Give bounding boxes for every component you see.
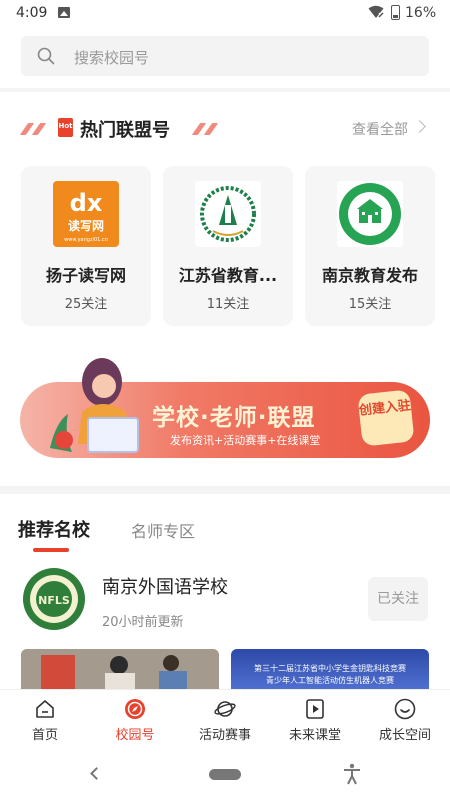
see-all-link[interactable]: 查看全部 bbox=[352, 119, 408, 139]
school-logo-text: NFLS bbox=[38, 594, 70, 607]
planet-icon bbox=[214, 701, 236, 717]
school-list-item[interactable]: NFLS 南京外国语学校 20小时前更新 已关注 bbox=[0, 563, 450, 643]
nav-campus[interactable]: 校园号 bbox=[90, 690, 180, 750]
play-icon bbox=[306, 699, 324, 719]
card-name: 南京教育发布 bbox=[321, 266, 418, 285]
card-followers: 15关注 bbox=[348, 297, 392, 312]
jiangsu-edu-logo bbox=[195, 181, 261, 247]
card-name: 扬子读写网 bbox=[45, 266, 126, 285]
nav-label-active: 校园号 bbox=[115, 728, 155, 743]
compass-icon bbox=[125, 699, 145, 719]
battery-percent: 16% bbox=[405, 5, 437, 21]
article-photo-left[interactable] bbox=[21, 649, 219, 689]
teacher-illustration-icon bbox=[50, 358, 139, 453]
bottom-nav: 首页 校园号 活动赛事 未来课堂 成长空间 bbox=[0, 689, 450, 749]
logo-text: dx bbox=[70, 189, 103, 217]
search-icon bbox=[37, 47, 55, 65]
status-time: 4:09 bbox=[16, 5, 48, 21]
students-photo-icon bbox=[21, 649, 219, 689]
nanjing-edu-logo bbox=[337, 181, 403, 247]
school-logo-icon: NFLS bbox=[23, 568, 85, 630]
decor-slash bbox=[203, 123, 219, 135]
yangzi-logo-icon: dx 读写网 www.yangzi01.cn bbox=[53, 181, 119, 247]
nav-label: 未来课堂 bbox=[288, 728, 341, 743]
nav-label: 首页 bbox=[31, 728, 58, 743]
nav-label: 活动赛事 bbox=[198, 728, 251, 743]
yangzi-logo: dx 读写网 www.yangzi01.cn bbox=[53, 181, 119, 247]
photo-caption: 第三十二届江苏省中小学生金钥匙科技竞赛 bbox=[254, 664, 406, 673]
search-placeholder: 搜索校园号 bbox=[74, 49, 150, 67]
school-name: 南京外国语学校 bbox=[102, 577, 228, 598]
system-nav-bar bbox=[0, 749, 450, 800]
nav-home[interactable]: 首页 bbox=[0, 690, 90, 750]
nav-growth-space[interactable]: 成长空间 bbox=[360, 690, 450, 750]
hot-header: Hot 热门联盟号 查看全部 bbox=[19, 116, 430, 142]
nav-future-class[interactable]: 未来课堂 bbox=[270, 690, 360, 750]
back-icon[interactable] bbox=[90, 767, 103, 780]
photo-caption: 青少年人工智能活动仿生机器人竞赛 bbox=[266, 676, 394, 685]
wifi-off-icon bbox=[368, 5, 384, 18]
card-name: 江苏省教育... bbox=[178, 266, 278, 285]
followed-button[interactable]: 已关注 bbox=[368, 577, 428, 621]
alliance-card[interactable]: dx 读写网 www.yangzi01.cn 扬子读写网 25关注 bbox=[21, 166, 151, 326]
nav-label: 成长空间 bbox=[378, 728, 431, 743]
divider bbox=[0, 486, 450, 494]
chevron-right-icon[interactable] bbox=[413, 120, 426, 133]
alliance-card[interactable]: 江苏省教育... 11关注 bbox=[163, 166, 293, 326]
decor-slash bbox=[31, 123, 47, 135]
smile-icon bbox=[394, 698, 416, 720]
tab-recommended-schools[interactable]: 推荐名校 bbox=[18, 516, 90, 542]
tab-famous-teachers[interactable]: 名师专区 bbox=[131, 518, 195, 542]
banner-title: 学校·老师·联盟 bbox=[152, 405, 316, 431]
hot-title: 热门联盟号 bbox=[80, 120, 170, 141]
school-updated-time: 20小时前更新 bbox=[102, 615, 184, 630]
nav-activities[interactable]: 活动赛事 bbox=[180, 690, 270, 750]
active-tab-indicator bbox=[33, 548, 69, 552]
article-photo-right[interactable]: 第三十二届江苏省中小学生金钥匙科技竞赛 青少年人工智能活动仿生机器人竞赛 bbox=[231, 649, 429, 689]
building-emblem-icon bbox=[337, 181, 403, 247]
laurel-emblem-icon bbox=[195, 181, 261, 247]
hot-badge: Hot bbox=[58, 118, 73, 137]
home-pill-icon[interactable] bbox=[209, 769, 241, 780]
battery-icon bbox=[391, 5, 400, 20]
banner-subtitle: 发布资讯+活动赛事+在线课堂 bbox=[170, 434, 321, 447]
create-join-button[interactable]: 创建入驻 bbox=[357, 389, 415, 447]
create-alliance-banner[interactable]: 学校·老师·联盟 发布资讯+活动赛事+在线课堂 创建入驻 bbox=[20, 352, 430, 462]
school-tabs: 推荐名校 名师专区 bbox=[0, 500, 450, 560]
image-notification-icon bbox=[58, 7, 70, 18]
accessibility-icon[interactable] bbox=[342, 763, 362, 785]
alliance-card[interactable]: 南京教育发布 15关注 bbox=[305, 166, 435, 326]
hot-alliance-section: Hot 热门联盟号 查看全部 dx 读写网 www.yangzi01.cn 扬子… bbox=[0, 100, 450, 480]
divider bbox=[0, 88, 450, 92]
logo-subtext: 读写网 bbox=[68, 218, 104, 233]
logo-url: www.yangzi01.cn bbox=[64, 237, 108, 243]
status-bar: 4:09 16% bbox=[0, 0, 450, 28]
search-input[interactable]: 搜索校园号 bbox=[21, 36, 429, 76]
home-icon bbox=[36, 700, 54, 718]
card-followers: 25关注 bbox=[64, 297, 108, 312]
card-followers: 11关注 bbox=[206, 297, 250, 312]
